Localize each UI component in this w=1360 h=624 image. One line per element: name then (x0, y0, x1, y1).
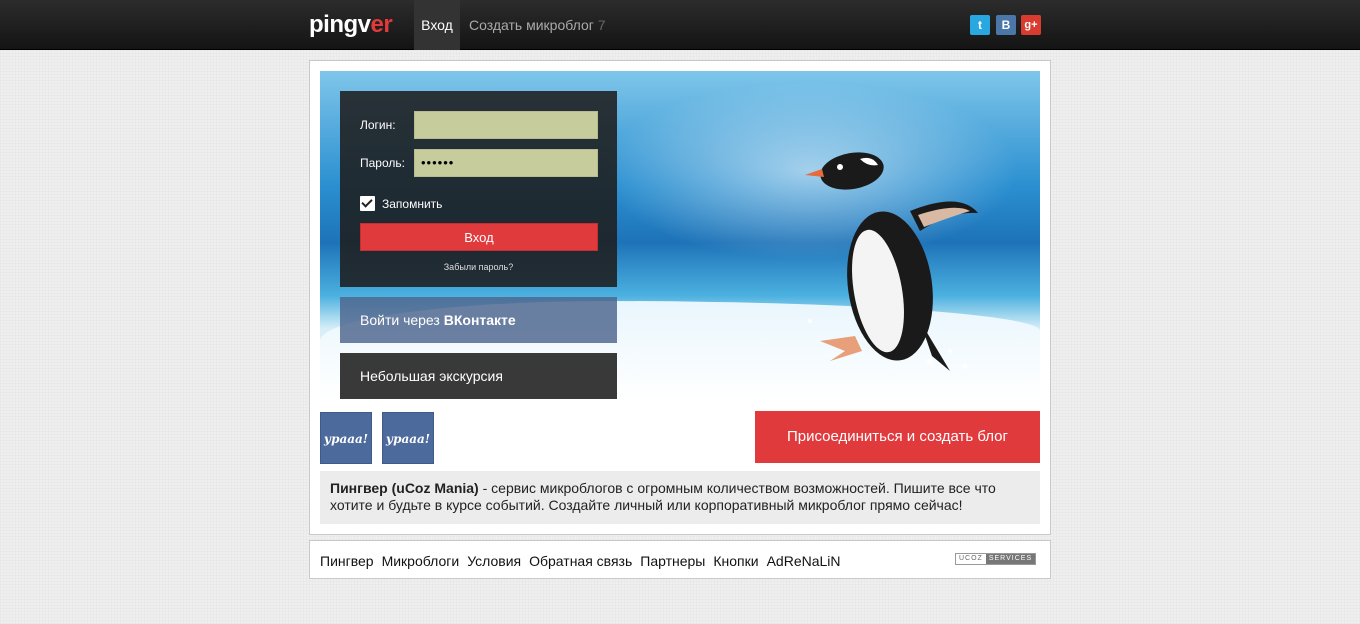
footer-link-pingver[interactable]: Пингвер (320, 553, 374, 569)
service-description: Пингвер (uCoz Mania) - сервис микроблого… (320, 471, 1040, 524)
nav-create-label: Создать микроблог (469, 17, 594, 33)
penguin-image (805, 152, 978, 371)
main-panel: Логин: Пароль: •••••• Запомнить Вход Заб… (309, 60, 1051, 535)
ucoz-services-badge[interactable]: UCOZ SERVICES (955, 553, 1037, 565)
join-create-blog-button[interactable]: Присоединиться и создать блог (755, 411, 1040, 463)
description-title: Пингвер (uCoz Mania) (330, 480, 479, 496)
nav-create-count: 7 (597, 17, 606, 33)
vk-login-prefix: Войти через (360, 312, 444, 328)
footer-link-microblogs[interactable]: Микроблоги (382, 553, 460, 569)
remember-me[interactable]: Запомнить (360, 196, 442, 211)
remember-checkbox[interactable] (360, 196, 375, 211)
pingver-logo[interactable]: pingver (309, 11, 393, 39)
vk-icon[interactable]: B (996, 15, 1016, 35)
footer-link-adrenalin[interactable]: AdReNaLiN (767, 553, 841, 569)
user-avatar[interactable]: ураaa! (320, 412, 372, 464)
twitter-icon[interactable]: t (970, 15, 990, 35)
login-label: Логин: (360, 118, 396, 132)
tour-button[interactable]: Небольшая экскурсия (340, 353, 617, 399)
vk-login-brand: ВКонтакте (443, 312, 516, 328)
top-navbar: pingver Вход Создать микроблог 7 t B g+ (0, 0, 1360, 50)
login-input[interactable] (414, 111, 598, 139)
footer-link-terms[interactable]: Условия (467, 553, 521, 569)
user-avatar[interactable]: ураaa! (382, 412, 434, 464)
footer-links: Пингвер Микроблоги Условия Обратная связ… (320, 553, 841, 569)
google-plus-icon[interactable]: g+ (1021, 15, 1041, 35)
login-submit-button[interactable]: Вход (360, 223, 598, 251)
nav-login-link[interactable]: Вход (414, 0, 460, 50)
hero-banner: Логин: Пароль: •••••• Запомнить Вход Заб… (320, 71, 1040, 401)
forgot-password-link[interactable]: Забыли пароль? (340, 262, 617, 272)
password-label: Пароль: (360, 156, 405, 170)
footer-link-feedback[interactable]: Обратная связь (529, 553, 632, 569)
footer-link-buttons[interactable]: Кнопки (713, 553, 758, 569)
login-form: Логин: Пароль: •••••• Запомнить Вход Заб… (340, 91, 617, 287)
nav-create-microblog-link[interactable]: Создать микроблог 7 (469, 0, 606, 50)
ucoz-badge-right: SERVICES (985, 554, 1036, 564)
password-input[interactable]: •••••• (414, 149, 598, 177)
footer: Пингвер Микроблоги Условия Обратная связ… (309, 540, 1051, 579)
vk-login-button[interactable]: Войти через ВКонтакте (340, 297, 617, 343)
ucoz-badge-left: UCOZ (956, 554, 986, 564)
footer-link-partners[interactable]: Партнеры (640, 553, 705, 569)
remember-label: Запомнить (382, 196, 443, 211)
